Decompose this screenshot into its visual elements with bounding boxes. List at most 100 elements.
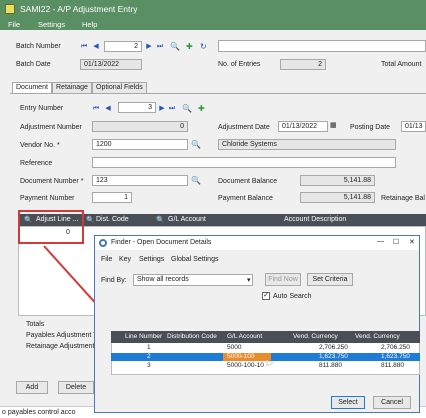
grid-search-icon-3[interactable]: 🔍 — [156, 216, 165, 224]
document-number-field[interactable]: 123 — [92, 175, 188, 186]
finder-menu-global-settings[interactable]: Global Settings — [171, 256, 218, 263]
batch-number-label: Batch Number — [16, 43, 61, 50]
prev-batch-button[interactable]: ◀ — [92, 42, 100, 51]
new-entry-icon[interactable]: ✚ — [198, 104, 205, 113]
adjustment-date-field[interactable]: 01/13/2022 — [278, 121, 328, 132]
document-balance-label: Document Balance — [218, 178, 278, 185]
minimize-icon[interactable]: — — [377, 238, 384, 245]
document-balance-field: 5,141.88 — [300, 175, 375, 186]
status-text: o payables control acco — [2, 409, 76, 416]
batch-date-field: 01/13/2022 — [80, 59, 142, 70]
col-gl-account[interactable]: G/L Account — [168, 216, 206, 223]
maximize-icon[interactable]: ☐ — [393, 238, 399, 246]
entries-field: 2 — [280, 59, 326, 70]
calendar-icon[interactable]: ▦ — [330, 121, 337, 130]
menu-help[interactable]: Help — [82, 20, 97, 29]
document-number-label: Document Number * — [20, 178, 84, 185]
add-icon[interactable]: ✚ — [186, 42, 193, 51]
refresh-icon[interactable]: ↻ — [200, 42, 207, 51]
first-entry-button[interactable]: ⏮ — [92, 104, 100, 113]
add-button[interactable]: Add — [16, 381, 48, 394]
vendor-name-field: Chloride Systems — [218, 139, 396, 150]
finder-col-vend-currency-2[interactable]: Vend. Currency — [355, 333, 400, 340]
auto-search-label: Auto Search — [273, 293, 312, 300]
payables-total-label: Payables Adjustment To — [26, 332, 101, 339]
menu-file[interactable]: File — [8, 20, 20, 29]
last-batch-button[interactable]: ⏭ — [156, 42, 164, 51]
grid-search-icon-2[interactable]: 🔍 — [86, 216, 95, 224]
dropdown-chevron-icon[interactable]: ▾ — [247, 276, 251, 284]
finder-grid-header: Line Number Distribution Code G/L Accoun… — [111, 331, 420, 343]
last-entry-button[interactable]: ⏭ — [168, 104, 176, 113]
finder-col-gl-account[interactable]: G/L Account — [227, 333, 262, 340]
next-batch-button[interactable]: ▶ — [145, 42, 153, 51]
row-line: 3 — [147, 362, 151, 369]
payment-balance-label: Payment Balance — [218, 195, 273, 202]
finder-col-line-number[interactable]: Line Number — [125, 333, 162, 340]
batch-number-field[interactable]: 2 — [104, 41, 142, 52]
document-search-icon[interactable]: 🔍 — [191, 176, 201, 185]
row-vc1: 811.880 — [319, 362, 343, 369]
col-account-description[interactable]: Account Description — [284, 216, 346, 223]
row-vc1: 1,623.750 — [319, 353, 348, 360]
first-batch-button[interactable]: ⏮ — [80, 42, 88, 51]
row-vc2: 811.880 — [381, 362, 405, 369]
adjustment-number-label: Adjustment Number — [20, 124, 82, 131]
delete-button[interactable]: Delete — [58, 381, 94, 394]
vendor-label: Vendor No. * — [20, 142, 60, 149]
tab-retainage[interactable]: Retainage — [52, 82, 92, 93]
finder-title: Finder - Open Document Details — [111, 239, 212, 246]
finder-col-distribution-code[interactable]: Distribution Code — [167, 333, 217, 340]
posting-date-field[interactable]: 01/13 — [401, 121, 426, 132]
set-criteria-button[interactable]: Set Criteria — [307, 273, 353, 286]
finder-menu-settings[interactable]: Settings — [139, 256, 164, 263]
col-dist-code[interactable]: Dist. Code — [96, 216, 129, 223]
search-icon[interactable]: 🔍 — [170, 42, 180, 51]
row-gl: 5000-100 — [227, 353, 255, 360]
prev-entry-button[interactable]: ◀ — [104, 104, 112, 113]
finder-row-3[interactable]: 3 5000-100-10 811.880 811.880 — [111, 362, 420, 370]
finder-col-vend-currency-1[interactable]: Vend. Currency — [293, 333, 338, 340]
next-entry-button[interactable]: ▶ — [158, 104, 166, 113]
row-vc2: 2,706.250 — [381, 344, 410, 351]
vendor-field[interactable]: 1200 — [92, 139, 188, 150]
reference-field[interactable] — [92, 157, 396, 168]
entry-search-icon[interactable]: 🔍 — [182, 104, 192, 113]
row-gl: 5000-100-10 — [227, 362, 264, 369]
row-line: 2 — [147, 353, 151, 360]
payment-number-label: Payment Number — [20, 195, 75, 202]
row-vc2: 1,623.750 — [381, 353, 410, 360]
retainage-total-label: Retainage Adjustment T — [26, 343, 101, 350]
cancel-button[interactable]: Cancel — [373, 396, 411, 409]
app-icon — [5, 4, 15, 14]
menu-settings[interactable]: Settings — [38, 20, 65, 29]
finder-row-1[interactable]: 1 5000 2,706.250 2,706.250 — [111, 344, 420, 352]
entries-label: No. of Entries — [218, 61, 261, 68]
finder-dialog: Finder - Open Document Details — ☐ ✕ Fil… — [94, 235, 420, 413]
batch-description-field[interactable] — [218, 40, 426, 52]
find-by-select[interactable]: Show all records — [133, 274, 253, 286]
row-line: 1 — [147, 344, 151, 351]
find-now-button[interactable]: Find Now — [265, 273, 301, 286]
menu-bar: File Settings Help — [0, 18, 426, 30]
totals-label: Totals — [26, 321, 45, 328]
finder-titlebar: Finder - Open Document Details — ☐ ✕ — [95, 236, 419, 250]
auto-search-checkbox[interactable]: ✓ — [262, 292, 270, 300]
payment-number-field[interactable]: 1 — [92, 192, 132, 203]
row-vc1: 2,706.250 — [319, 344, 348, 351]
entry-number-field[interactable]: 3 — [118, 102, 156, 113]
row-gl: 5000 — [227, 344, 242, 351]
close-icon[interactable]: ✕ — [409, 238, 415, 246]
finder-menu-key[interactable]: Key — [119, 256, 131, 263]
adjustment-date-label: Adjustment Date — [218, 124, 270, 131]
tab-divider — [10, 93, 426, 94]
find-by-label: Find By: — [101, 277, 127, 284]
select-button[interactable]: Select — [331, 396, 365, 409]
reference-label: Reference — [20, 160, 53, 167]
highlight-box — [18, 210, 84, 244]
finder-menu-file[interactable]: File — [101, 256, 112, 263]
retainage-balance-label: Retainage Bal — [381, 195, 425, 202]
tab-optional-fields[interactable]: Optional Fields — [92, 82, 147, 93]
vendor-search-icon[interactable]: 🔍 — [191, 140, 201, 149]
finder-app-icon — [99, 239, 107, 247]
